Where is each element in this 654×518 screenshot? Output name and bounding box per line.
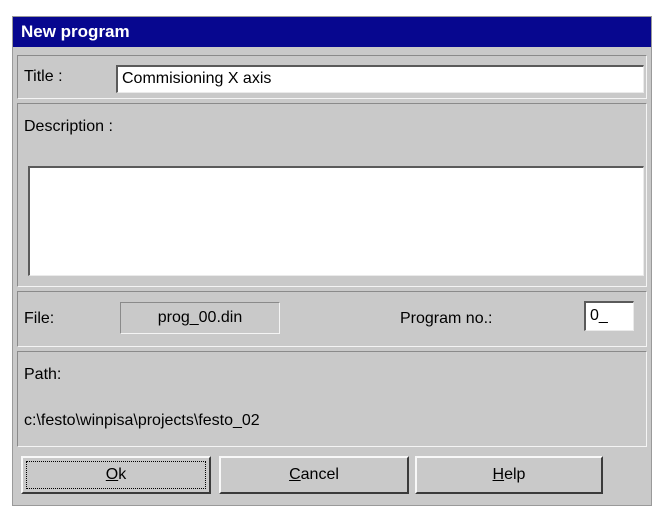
ok-button-label: k (118, 466, 127, 483)
cancel-button[interactable]: Cancel (219, 456, 409, 494)
help-button-label: elp (504, 466, 526, 483)
file-panel: File: prog_00.din Program no.: 0_ (17, 291, 647, 347)
cancel-button-mnemonic: C (289, 466, 301, 483)
file-label: File: (24, 310, 55, 327)
description-textarea[interactable] (28, 166, 644, 276)
help-button[interactable]: Help (415, 456, 603, 494)
help-button-mnemonic: H (492, 466, 505, 483)
new-program-dialog: New program Title : Commisioning X axis … (12, 16, 652, 506)
path-panel: Path: c:\festo\winpisa\projects\festo_02 (17, 351, 647, 447)
path-label: Path: (24, 366, 62, 383)
ok-button-mnemonic: O (105, 466, 119, 483)
dialog-title-bar: New program (13, 17, 651, 47)
file-name-display: prog_00.din (120, 302, 280, 334)
title-panel: Title : Commisioning X axis (17, 55, 647, 99)
title-input[interactable]: Commisioning X axis (116, 65, 644, 93)
path-value: c:\festo\winpisa\projects\festo_02 (24, 412, 260, 429)
description-label: Description : (24, 118, 113, 135)
program-no-input[interactable]: 0_ (584, 301, 634, 331)
title-label: Title : (24, 68, 63, 85)
program-no-label: Program no.: (400, 310, 493, 327)
description-panel: Description : (17, 103, 647, 287)
ok-button[interactable]: Ok (21, 456, 211, 494)
cancel-button-label: ancel (300, 466, 339, 483)
